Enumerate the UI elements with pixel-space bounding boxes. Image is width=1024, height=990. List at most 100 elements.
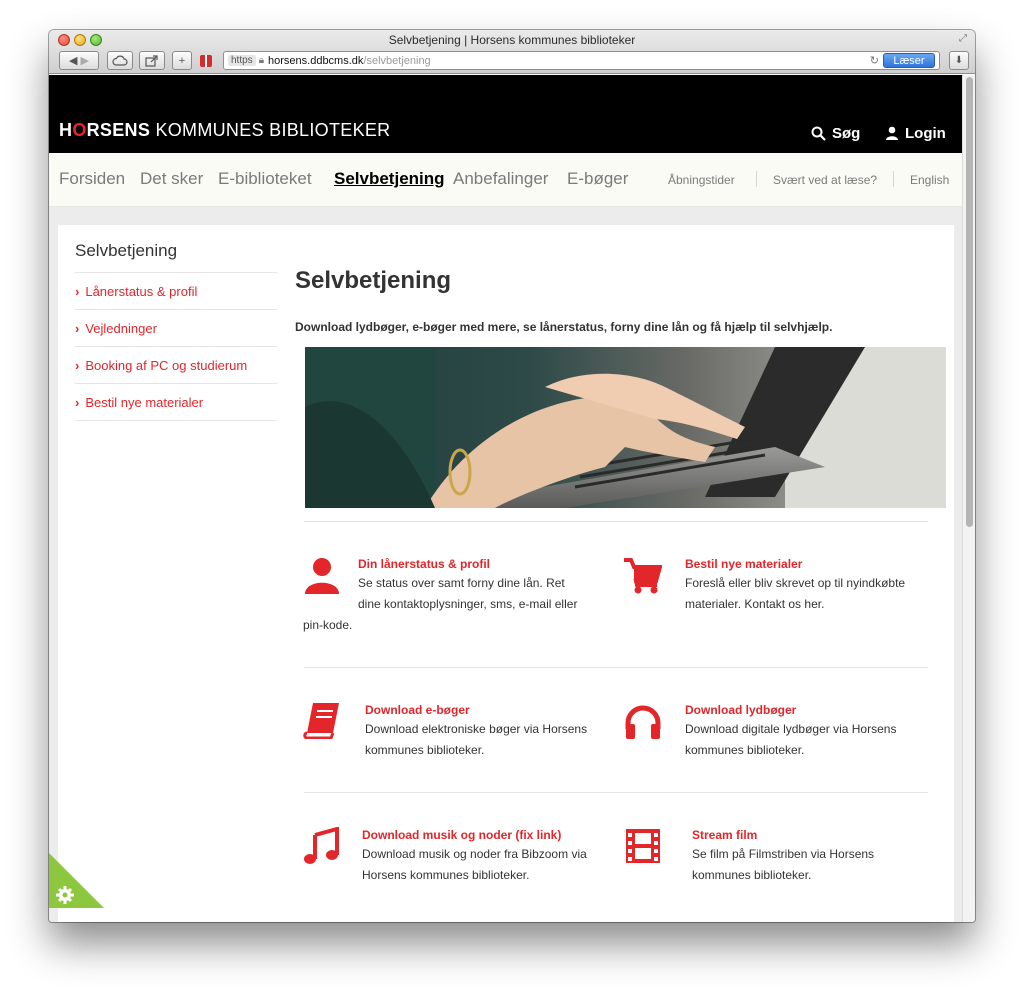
search-icon — [811, 126, 826, 141]
card-title-music[interactable]: Download musik og noder (fix link) — [362, 828, 561, 842]
https-badge: https — [228, 55, 256, 66]
section-divider — [304, 667, 928, 668]
nav-item-e-boger[interactable]: E-bøger — [567, 169, 628, 189]
card-title-laanerstatus[interactable]: Din lånerstatus & profil — [358, 557, 490, 571]
login-link[interactable]: Login — [885, 125, 946, 142]
user-icon — [886, 126, 898, 140]
music-note-icon — [304, 827, 339, 864]
sidebar-divider — [75, 272, 277, 273]
main-navigation: Forsiden Det sker E-biblioteket Selvbetj… — [49, 153, 962, 207]
nav-item-det-sker[interactable]: Det sker — [140, 169, 203, 189]
laptop-typing-image — [305, 347, 946, 508]
back-arrow-icon[interactable]: ◀ — [69, 54, 77, 67]
forward-arrow-icon[interactable]: ▶ — [81, 54, 89, 67]
share-icon — [145, 54, 158, 67]
card-text-line: Se status over samt forny dine lån. Ret — [358, 576, 565, 590]
sidebar-item-label: Lånerstatus & profil — [85, 284, 198, 299]
cloud-icon — [112, 55, 128, 66]
sidebar-divider — [75, 309, 277, 310]
site-logo[interactable]: HORSENS KOMMUNES BIBLIOTEKER — [59, 120, 390, 141]
card-text-line: Download elektroniske bøger via Horsens — [365, 722, 588, 736]
sidebar-item-bestil[interactable]: › Bestil nye materialer — [75, 395, 203, 410]
card-text-line: pin-kode. — [303, 618, 353, 632]
card-text-line: kommunes biblioteker. — [692, 868, 812, 882]
film-icon — [626, 829, 660, 863]
section-divider — [304, 792, 928, 793]
url-domain: horsens.ddbcms.dk — [268, 54, 364, 67]
logo-text-h: H — [59, 120, 73, 140]
card-text-line: Download digitale lydbøger via Horsens — [685, 722, 897, 736]
reader-button[interactable]: Læser — [883, 53, 935, 68]
card-text-line: materialer. Kontakt os her. — [685, 597, 825, 611]
chevron-right-icon: › — [75, 321, 80, 336]
card-title-stream-film[interactable]: Stream film — [692, 828, 757, 842]
downloads-button[interactable]: ⬇ — [949, 51, 969, 70]
card-title-ebooks[interactable]: Download e-bøger — [365, 703, 470, 717]
login-label: Login — [905, 125, 946, 142]
sidebar-item-booking[interactable]: › Booking af PC og studierum — [75, 358, 247, 373]
plus-icon: + — [178, 54, 186, 67]
share-button[interactable] — [139, 51, 165, 70]
sidebar-divider — [75, 383, 277, 384]
browser-window: Selvbetjening | Horsens kommunes bibliot… — [49, 30, 975, 922]
sidebar-item-vejledninger[interactable]: › Vejledninger — [75, 321, 157, 336]
site-header: HORSENS KOMMUNES BIBLIOTEKER Søg Login — [49, 75, 962, 153]
nav-item-selvbetjening[interactable]: Selvbetjening — [334, 169, 445, 189]
window-title: Selvbetjening | Horsens kommunes bibliot… — [388, 33, 636, 47]
nav-item-forsiden[interactable]: Forsiden — [59, 169, 125, 189]
card-text-line: dine kontaktoplysninger, sms, e-mail ell… — [358, 597, 578, 611]
card-title-audiobooks[interactable]: Download lydbøger — [685, 703, 796, 717]
chevron-right-icon: › — [75, 284, 80, 299]
new-tab-button[interactable]: + — [172, 51, 192, 70]
fullscreen-icon[interactable]: ⤢ — [959, 33, 967, 44]
sidebar-divider — [75, 346, 277, 347]
util-separator — [756, 171, 757, 187]
chevron-right-icon: › — [75, 395, 80, 410]
logo-text-rest: KOMMUNES BIBLIOTEKER — [150, 120, 391, 140]
nav-item-e-biblioteket[interactable]: E-biblioteket — [218, 169, 312, 189]
cart-icon — [624, 558, 662, 594]
logo-text-rsens: RSENS — [86, 120, 151, 140]
search-label: Søg — [832, 125, 861, 142]
sidebar-item-laanerstatus[interactable]: › Lånerstatus & profil — [75, 284, 197, 299]
card-text-line: Horsens kommunes biblioteker. — [362, 868, 530, 882]
headphones-icon — [625, 705, 661, 739]
sidebar-item-label: Booking af PC og studierum — [85, 358, 248, 373]
hero-image — [305, 347, 946, 508]
back-forward-buttons[interactable]: ◀ ▶ — [59, 51, 99, 70]
extension-button[interactable] — [195, 51, 217, 70]
sidebar-divider — [75, 420, 277, 421]
browser-toolbar: Selvbetjening | Horsens kommunes bibliot… — [49, 30, 975, 74]
sidebar-item-label: Bestil nye materialer — [85, 395, 204, 410]
card-title-bestil[interactable]: Bestil nye materialer — [685, 557, 802, 571]
nav-item-anbefalinger[interactable]: Anbefalinger — [453, 169, 548, 189]
content-area: Selvbetjening › Lånerstatus & profil › Vej… — [58, 225, 954, 922]
reload-icon[interactable]: ↻ — [870, 54, 879, 67]
util-link-reading-help[interactable]: Svært ved at læse? — [773, 173, 877, 187]
page-title: Selvbetjening — [295, 267, 452, 294]
util-separator — [893, 171, 894, 187]
search-link[interactable]: Søg — [811, 125, 860, 142]
section-divider — [304, 521, 928, 522]
card-text-line: Foreslå eller bliv skrevet op til nyindk… — [685, 576, 906, 590]
scrollbar-thumb[interactable] — [966, 77, 973, 527]
icloud-tabs-button[interactable] — [107, 51, 133, 70]
gift-icon — [200, 54, 212, 67]
settings-corner-button[interactable] — [49, 853, 104, 908]
card-text-line: Se film på Filmstriben via Horsens — [692, 847, 875, 861]
util-link-english[interactable]: English — [910, 173, 949, 187]
address-bar[interactable]: https 🔒︎ horsens.ddbcms.dk/selvbetjening… — [223, 51, 940, 70]
vertical-scrollbar[interactable] — [962, 75, 975, 922]
card-text-line: kommunes biblioteker. — [365, 743, 485, 757]
download-icon: ⬇ — [954, 55, 964, 66]
chevron-right-icon: › — [75, 358, 80, 373]
page-viewport: HORSENS KOMMUNES BIBLIOTEKER Søg Login F… — [49, 75, 962, 922]
util-link-opening-hours[interactable]: Åbningstider — [668, 173, 735, 187]
url-path: /selvbetjening — [363, 54, 431, 67]
sidebar-item-label: Vejledninger — [85, 321, 157, 336]
card-text-line: Download musik og noder fra Bibzoom via — [362, 847, 587, 861]
book-icon — [303, 703, 339, 739]
logo-text-o: O — [72, 120, 87, 140]
page-lead: Download lydbøger, e-bøger med mere, se … — [295, 320, 833, 334]
lock-icon: 🔒︎ — [258, 55, 265, 66]
